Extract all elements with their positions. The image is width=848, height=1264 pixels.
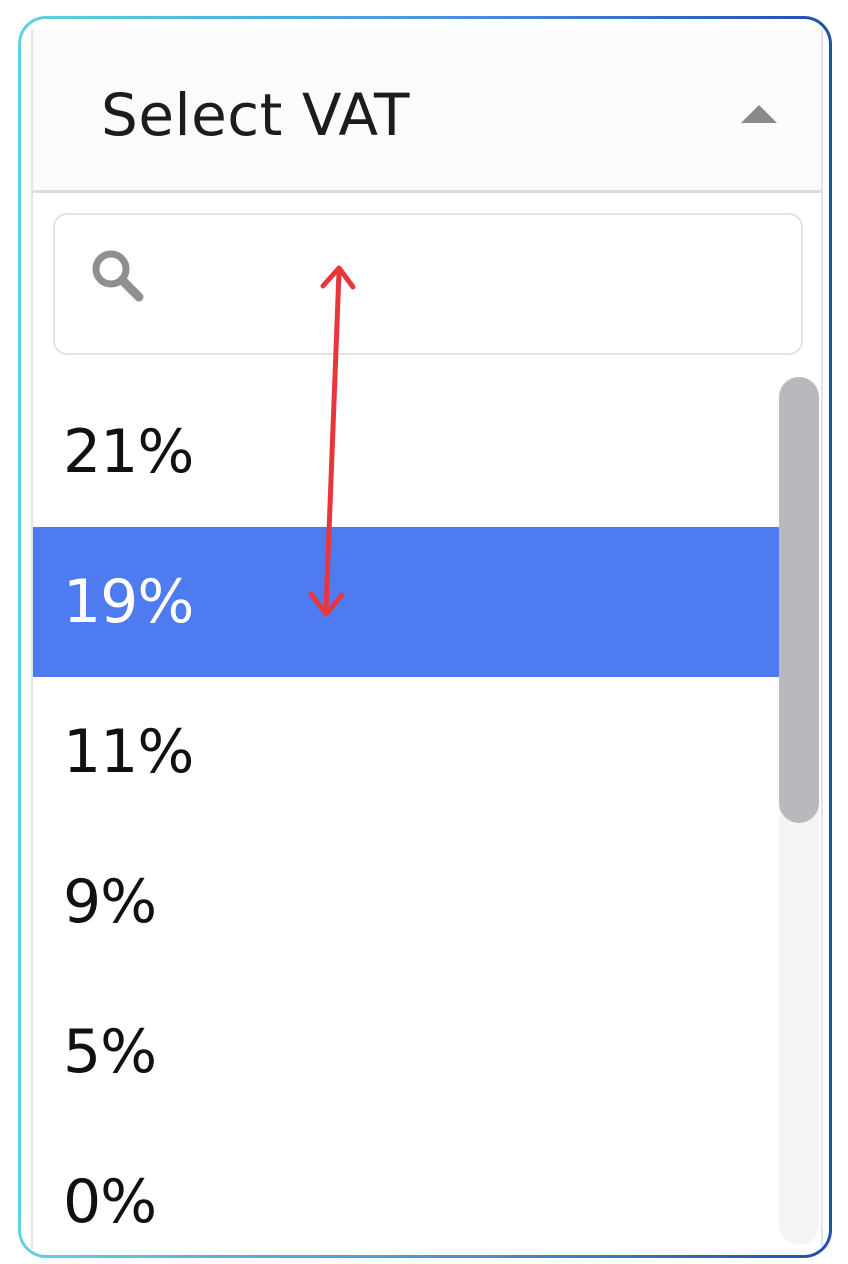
option-label: 19% — [63, 567, 194, 637]
scrollbar-thumb[interactable] — [779, 377, 819, 823]
option-label: 11% — [63, 717, 194, 787]
options-list: 21% 19% 11% 9% 5% 0% — [33, 377, 779, 1249]
option-5[interactable]: 5% — [33, 977, 779, 1127]
option-label: 0% — [63, 1167, 157, 1237]
option-label: 21% — [63, 417, 194, 487]
option-9[interactable]: 9% — [33, 827, 779, 977]
dropdown-frame: Select VAT 21% 19% 11% 9% 5% 0% — [18, 16, 832, 1258]
search-icon — [92, 250, 144, 302]
option-label: 9% — [63, 867, 157, 937]
option-11[interactable]: 11% — [33, 677, 779, 827]
option-19[interactable]: 19% — [33, 527, 779, 677]
option-0[interactable]: 0% — [33, 1127, 779, 1249]
select-vat-header[interactable]: Select VAT — [33, 29, 821, 193]
caret-up-icon[interactable] — [741, 105, 777, 123]
option-label: 5% — [63, 1017, 157, 1087]
search-input[interactable] — [155, 235, 779, 337]
search-box[interactable] — [53, 213, 803, 355]
vat-dropdown: Select VAT 21% 19% 11% 9% 5% 0% — [31, 29, 823, 1249]
option-21[interactable]: 21% — [33, 377, 779, 527]
select-vat-label: Select VAT — [101, 81, 410, 149]
dropdown-frame-inner: Select VAT 21% 19% 11% 9% 5% 0% — [21, 19, 829, 1255]
